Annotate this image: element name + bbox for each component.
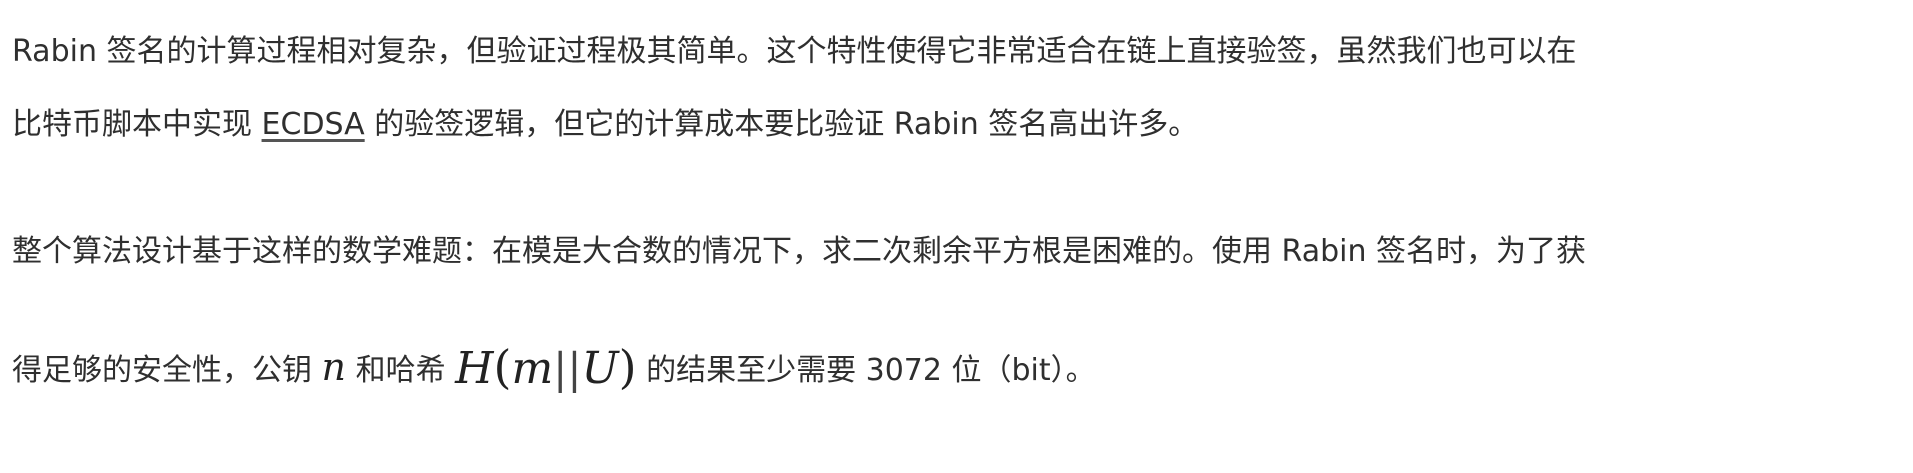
paragraph-2-line-1: 整个算法设计基于这样的数学难题：在模是大合数的情况下，求二次剩余平方根是困难的。…: [12, 234, 1586, 270]
paragraph-2-text-2b: 和哈希: [346, 353, 456, 388]
paragraph-1-line-1: Rabin 签名的计算过程相对复杂，但验证过程极其简单。这个特性使得它非常适合在…: [12, 34, 1577, 70]
math-hash-m: m: [511, 343, 554, 394]
math-left-paren: (: [493, 340, 512, 394]
math-hash-U: U: [581, 343, 619, 394]
math-bar-1: |: [553, 344, 568, 393]
paragraph-2-text-2c: 的结果至少需要 3072 位（bit）。: [636, 353, 1096, 388]
article-body: Rabin 签名的计算过程相对复杂，但验证过程极其简单。这个特性使得它非常适合在…: [0, 0, 1913, 473]
paragraph-1-text-2b: 的验签逻辑，但它的计算成本要比验证 Rabin 签名高出许多。: [364, 107, 1199, 142]
math-hash-expression: H(m||U): [455, 340, 637, 394]
math-bar-2: |: [567, 344, 582, 393]
math-public-key-n: n: [321, 345, 347, 389]
ecdsa-link[interactable]: ECDSA: [262, 107, 365, 142]
paragraph-1-text-1: Rabin 签名的计算过程相对复杂，但验证过程极其简单。这个特性使得它非常适合在…: [12, 34, 1577, 69]
paragraph-2-line-2: 得足够的安全性，公钥 n 和哈希 H(m||U) 的结果至少需要 3072 位（…: [12, 337, 1096, 394]
paragraph-2-text-2a: 得足够的安全性，公钥: [12, 353, 322, 388]
paragraph-1-text-2a: 比特币脚本中实现: [12, 107, 262, 142]
math-right-paren: ): [618, 340, 637, 394]
math-hash-H: H: [455, 343, 494, 394]
paragraph-1-line-2: 比特币脚本中实现 ECDSA 的验签逻辑，但它的计算成本要比验证 Rabin 签…: [12, 107, 1198, 143]
paragraph-2-text-1: 整个算法设计基于这样的数学难题：在模是大合数的情况下，求二次剩余平方根是困难的。…: [12, 234, 1587, 269]
